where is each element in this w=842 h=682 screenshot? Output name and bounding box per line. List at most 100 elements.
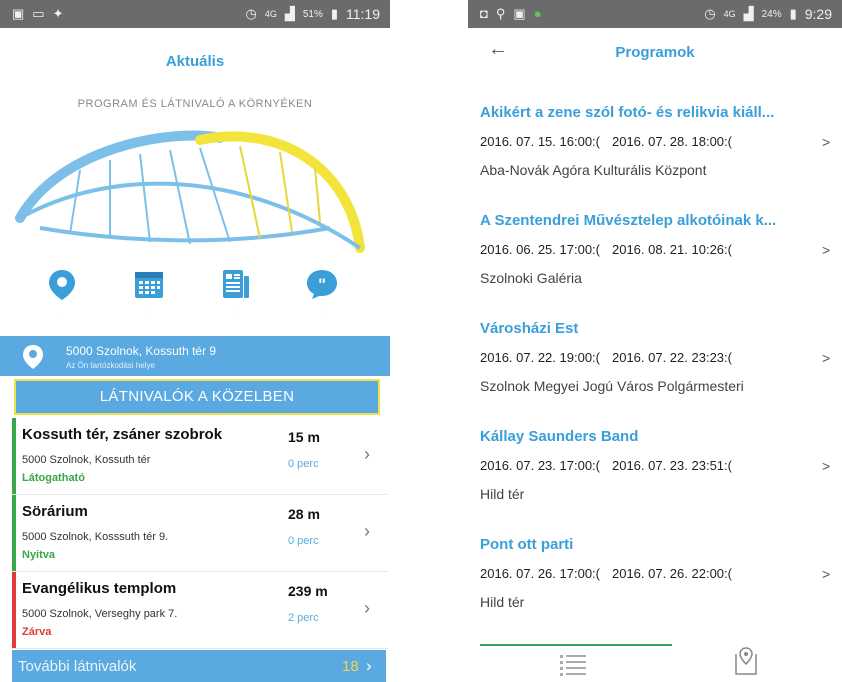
event-dates: 2016. 07. 22. 19:00:( 2016. 07. 22. 23:23… (480, 350, 732, 365)
list-item[interactable]: Pont ott parti 2016. 07. 26. 17:00:(2016… (468, 536, 842, 644)
map-pin-icon (49, 270, 75, 300)
event-title: Kállay Saunders Band (480, 428, 639, 445)
status-indicator (12, 495, 16, 571)
sight-row[interactable]: Kossuth tér, zsáner szobrok 5000 Szolnok… (12, 418, 388, 495)
event-dates: 2016. 07. 26. 17:00:( 2016. 07. 26. 22:00… (480, 566, 732, 581)
more-sights-count: 18 (342, 658, 359, 675)
clock: 9:29 (804, 6, 832, 22)
sight-status: Nyitva (22, 549, 56, 561)
battery-percent: 51% (302, 8, 323, 20)
list-tab-icon[interactable] (560, 654, 590, 676)
chevron-right-icon: > (822, 134, 831, 150)
nearby-sights-button[interactable]: LÁTNIVALÓK A KÖZELBEN (14, 379, 380, 415)
sight-address: 5000 Szolnok, Verseghy park 7. (22, 608, 178, 620)
chevron-right-icon: › (364, 521, 370, 541)
event-place: Hild tér (480, 594, 525, 610)
signal-icon: ▟ (284, 6, 295, 21)
event-start: 2016. 07. 22. 19:00:( (480, 350, 600, 365)
location-bar[interactable]: 5000 Szolnok, Kossuth tér 9 Az Ön tartóz… (0, 336, 390, 376)
event-end: 2016. 07. 22. 23:23:( (611, 350, 732, 365)
battery-icon: ▮ (330, 6, 338, 21)
gallery-icon: ▣ (513, 6, 526, 21)
event-dates: 2016. 07. 23. 17:00:(2016. 07. 23. 23:51… (480, 458, 732, 473)
battery-percent: 24% (761, 8, 782, 20)
sight-name: Evangélikus templom (22, 580, 177, 597)
chevron-right-icon: > (822, 350, 831, 366)
chevron-right-icon: > (822, 242, 831, 258)
shortcut-document[interactable]: · (206, 268, 266, 316)
event-start: 2016. 07. 23. 17:00:( (480, 458, 600, 473)
event-end: 2016. 07. 26. 22:00:( (611, 566, 732, 581)
stadium-logo (15, 130, 365, 253)
app-icon: ● (533, 6, 542, 21)
event-start: 2016. 07. 26. 17:00:( (480, 566, 600, 581)
chevron-right-icon: › (364, 444, 370, 464)
list-item[interactable]: Városházi Est 2016. 07. 22. 19:00:(2016.… (468, 320, 842, 428)
sight-address: 5000 Szolnok, Kossuth tér (22, 454, 151, 466)
app-bar: ← Programok (468, 28, 842, 72)
sight-name: Sörárium (22, 503, 88, 520)
map-tab-icon[interactable] (732, 646, 760, 676)
notification-icon: ◘ (480, 6, 488, 21)
page-title: Aktuális (165, 53, 225, 70)
chevron-right-icon: > (822, 458, 831, 474)
quote-bubble-icon: " (307, 270, 337, 299)
sight-row[interactable]: Evangélikus templom 5000 Szolnok, Verseg… (12, 572, 388, 649)
more-sights-button[interactable]: További látnivalók 18 › (12, 650, 386, 682)
location-icon: ⚲ (495, 6, 506, 21)
image-icon: ▭ (32, 6, 45, 21)
shortcut-map[interactable]: · (32, 268, 92, 318)
alarm-icon: ◷ (704, 6, 716, 21)
current-address: 5000 Szolnok, Kossuth tér 9 (66, 344, 217, 358)
left-screen: ▣ ▭ ✦ ◷ 4G ▟ 51% ▮ 11:19 Aktuális PROGRA… (0, 0, 390, 682)
event-start: 2016. 06. 25. 17:00:( (480, 242, 600, 257)
event-title: A Szentendrei Művésztelep alkotóinak k..… (480, 212, 777, 229)
event-dates: 2016. 07. 15. 16:00:(2016. 07. 28. 18:00… (480, 134, 732, 149)
current-address-caption: Az Ön tartózkodási helye (66, 361, 155, 370)
sight-walk-time: 2 perc (288, 612, 319, 624)
chevron-right-icon: › (366, 656, 372, 675)
sight-row[interactable]: Sörárium 5000 Szolnok, Kosssuth tér 9. N… (12, 495, 388, 572)
sight-walk-time: 0 perc (288, 458, 319, 470)
shortcut-calendar[interactable]: · (119, 268, 179, 316)
signal-icon: ▟ (743, 6, 754, 21)
sight-status: Zárva (22, 626, 52, 638)
more-sights-label: További látnivalók (18, 658, 137, 675)
sight-distance: 28 m (288, 506, 320, 522)
gallery-icon: ▣ (12, 6, 25, 21)
chevron-right-icon: > (822, 566, 831, 582)
document-icon (223, 270, 249, 298)
bird-icon: ✦ (52, 6, 64, 21)
page-title: Programok (615, 44, 695, 61)
sight-list: Kossuth tér, zsáner szobrok 5000 Szolnok… (0, 418, 390, 649)
network-type: 4G (264, 9, 277, 19)
sight-name: Kossuth tér, zsáner szobrok (22, 426, 223, 443)
sight-status: Látogatható (22, 472, 85, 484)
event-list: Akikért a zene szól fotó- és relikvia ki… (468, 104, 842, 644)
sight-distance: 239 m (288, 583, 328, 599)
shortcut-quotes[interactable]: " · (292, 268, 352, 316)
right-screen: ◘ ⚲ ▣ ● ◷ 4G ▟ 24% ▮ 9:29 ← Programok Ak… (468, 0, 842, 682)
location-pin-icon (23, 345, 43, 369)
event-place: Szolnoki Galéria (480, 270, 582, 286)
sight-walk-time: 0 perc (288, 535, 319, 547)
event-place: Hild tér (480, 486, 525, 502)
shortcut-row: · · · " · (0, 268, 390, 328)
event-place: Szolnok Megyei Jogú Város Polgármesteri (480, 378, 744, 394)
event-title: Városházi Est (480, 320, 579, 337)
status-bar: ▣ ▭ ✦ ◷ 4G ▟ 51% ▮ 11:19 (0, 0, 390, 28)
battery-icon: ▮ (789, 6, 797, 21)
bottom-tab-bar (468, 644, 842, 682)
list-item[interactable]: Kállay Saunders Band 2016. 07. 23. 17:00… (468, 428, 842, 536)
list-item[interactable]: Akikért a zene szól fotó- és relikvia ki… (468, 104, 842, 212)
status-indicator (12, 572, 16, 648)
event-end: 2016. 08. 21. 10:26:( (611, 242, 732, 257)
sight-address: 5000 Szolnok, Kosssuth tér 9. (22, 531, 169, 543)
active-tab-indicator (480, 644, 672, 646)
event-place: Aba-Novák Agóra Kulturális Központ (480, 162, 707, 178)
event-dates: 2016. 06. 25. 17:00:( 2016. 08. 21. 10:26… (480, 242, 732, 257)
clock: 11:19 (346, 6, 380, 22)
svg-text:": " (318, 275, 326, 294)
event-start: 2016. 07. 15. 16:00:( (480, 134, 600, 149)
list-item[interactable]: A Szentendrei Művésztelep alkotóinak k..… (468, 212, 842, 320)
